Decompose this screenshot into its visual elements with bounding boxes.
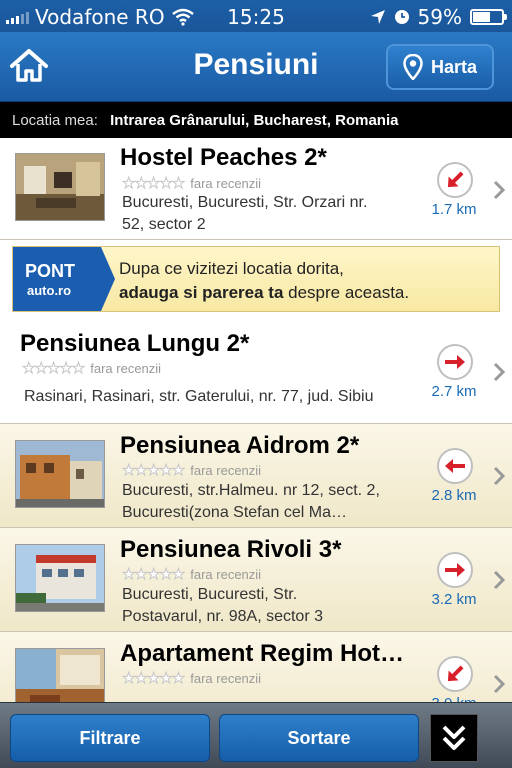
rating-stars: ★★★★★ fara recenzii: [121, 461, 262, 480]
list-item[interactable]: Pensiunea Lungu 2* ★★★★★ fara recenzii R…: [0, 322, 512, 424]
review-count: fara recenzii: [190, 175, 262, 191]
direction-arrow-icon: [437, 162, 473, 198]
chevron-right-icon: [493, 466, 506, 486]
chevron-right-icon: [493, 674, 506, 694]
ad-text-bold: adauga si parerea ta: [119, 283, 284, 302]
listing-address: Bucuresti, str.Halmeu. nr 12, sect. 2, B…: [122, 482, 380, 521]
chevron-right-icon: [493, 180, 506, 200]
chevron-right-icon: [493, 362, 506, 382]
listing-name: Pensiunea Rivoli 3*: [120, 536, 342, 563]
direction-arrow-icon: [437, 552, 473, 588]
ad-logo-arrow: [101, 247, 115, 311]
map-pin-icon: [403, 54, 423, 80]
my-location-bar: Locatia mea: Intrarea Grânarului, Buchar…: [0, 102, 512, 138]
star-icons: ★★★★★: [21, 360, 85, 378]
thumbnail-image: [15, 440, 105, 508]
my-location-label: Locatia mea:: [12, 112, 98, 129]
my-location-value: Intrarea Grânarului, Bucharest, Romania: [110, 112, 399, 129]
rating-stars: ★★★★★ fara recenzii: [121, 565, 262, 584]
bottom-toolbar: Filtrare Sortare: [0, 702, 512, 768]
map-button-label: Harta: [430, 56, 478, 77]
listing-name: Apartament Regim Hot…: [120, 640, 405, 667]
listing-name: Pensiunea Aidrom 2*: [120, 432, 360, 459]
rating-stars: ★★★★★ fara recenzii: [121, 174, 262, 193]
sort-button[interactable]: Sortare: [219, 714, 419, 762]
listing-address: Bucuresti, Bucuresti, Str. Orzari nr. 52…: [122, 194, 368, 233]
list-item[interactable]: Hostel Peaches 2* ★★★★★ fara recenzii Bu…: [0, 138, 512, 240]
battery-fill: [473, 12, 490, 22]
direction-arrow-icon: [437, 448, 473, 484]
map-button[interactable]: Harta: [386, 44, 494, 90]
filter-button[interactable]: Filtrare: [10, 714, 210, 762]
direction-arrow-icon: [437, 344, 473, 380]
listing-address: Bucuresti, Bucuresti, Str. Postavarul, n…: [122, 586, 323, 625]
more-button[interactable]: [430, 714, 478, 762]
ad-text-line1: Dupa ce vizitezi locatia dorita,: [119, 259, 344, 278]
list-item[interactable]: Pensiunea Rivoli 3* ★★★★★ fara recenzii …: [0, 528, 512, 632]
listing-address: Rasinari, Rasinari, str. Gaterului, nr. …: [24, 388, 374, 405]
ad-banner[interactable]: PONT auto.ro Dupa ce vizitezi locatia do…: [0, 240, 512, 322]
thumbnail-image: [15, 153, 105, 221]
alarm-clock-icon: [394, 10, 409, 24]
listing-distance: 1.7 km: [431, 201, 477, 218]
listing-distance: 2.8 km: [431, 487, 477, 504]
star-icons: ★★★★★: [121, 175, 185, 193]
ad-banner-box: PONT auto.ro Dupa ce vizitezi locatia do…: [12, 246, 500, 312]
list-item[interactable]: Pensiunea Aidrom 2* ★★★★★ fara recenzii …: [0, 424, 512, 528]
status-right: 59%: [370, 5, 507, 29]
navigation-bar: Pensiuni Harta: [0, 32, 512, 102]
double-chevron-down-icon: [442, 725, 466, 750]
review-count: fara recenzii: [90, 360, 162, 376]
star-icons: ★★★★★: [121, 670, 185, 688]
listing-distance: 3.2 km: [431, 591, 477, 608]
chevron-right-icon: [493, 570, 506, 590]
review-count: fara recenzii: [190, 462, 262, 478]
battery-icon: [470, 9, 507, 25]
star-icons: ★★★★★: [121, 566, 185, 584]
filter-button-label: Filtrare: [79, 727, 141, 748]
status-bar: Vodafone RO 15:25 59%: [0, 0, 512, 32]
battery-percent: 59%: [417, 5, 462, 29]
location-services-icon: [370, 10, 385, 24]
review-count: fara recenzii: [190, 670, 262, 686]
listing-name: Pensiunea Lungu 2*: [20, 330, 250, 357]
review-count: fara recenzii: [190, 566, 262, 582]
star-icons: ★★★★★: [121, 462, 185, 480]
sort-button-label: Sortare: [287, 727, 351, 748]
listing-distance: 2.7 km: [431, 383, 477, 400]
ad-text: Dupa ce vizitezi locatia dorita, adauga …: [119, 257, 409, 305]
pontauto-logo: PONT auto.ro: [13, 247, 101, 311]
ad-text-rest: despre aceasta.: [283, 283, 410, 302]
rating-stars: ★★★★★ fara recenzii: [121, 669, 262, 688]
thumbnail-image: [15, 544, 105, 612]
listing-name: Hostel Peaches 2*: [120, 144, 327, 171]
direction-arrow-icon: [437, 656, 473, 692]
rating-stars: ★★★★★ fara recenzii: [21, 359, 162, 378]
